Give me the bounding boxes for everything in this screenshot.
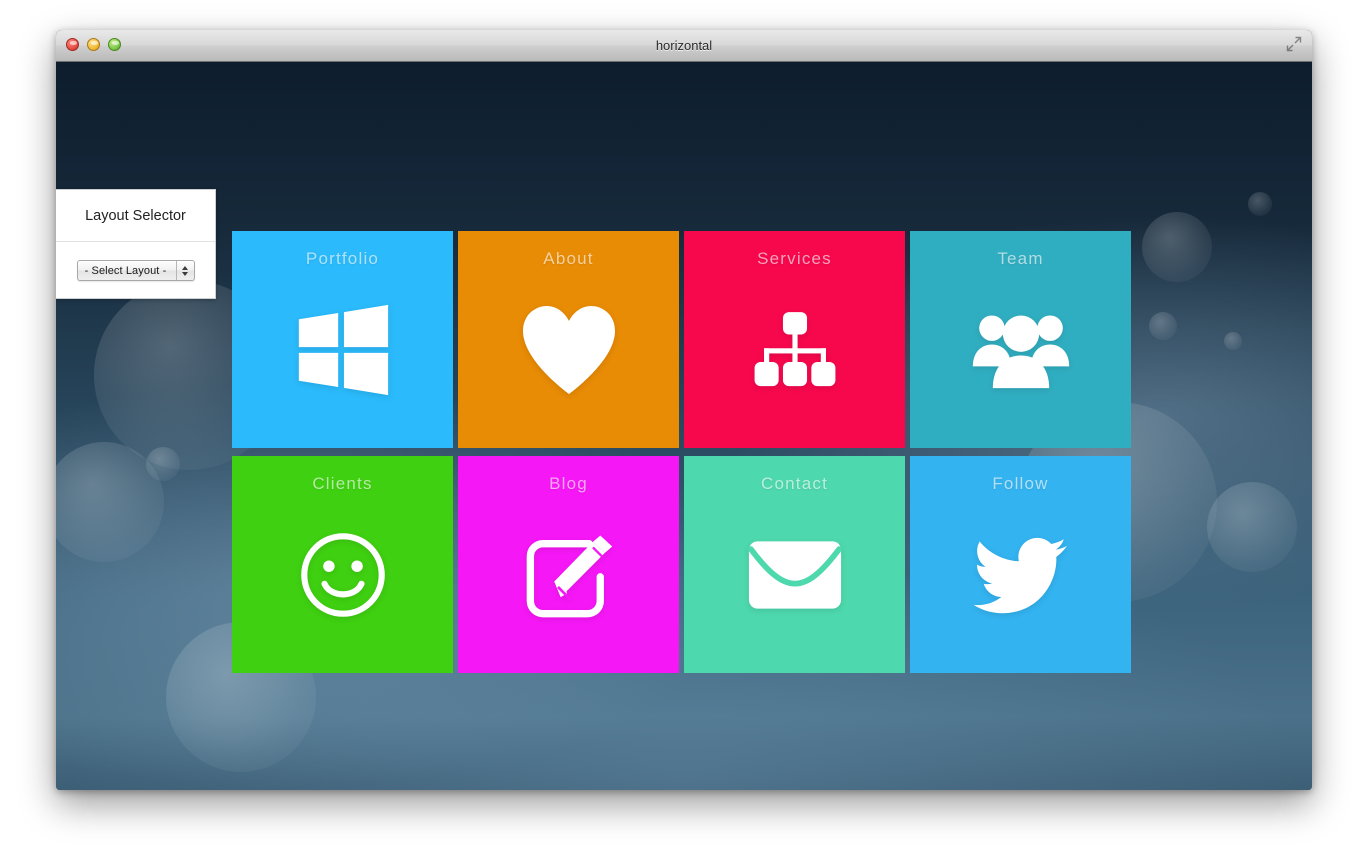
bokeh-circle: [1207, 482, 1297, 572]
envelope-icon: [684, 494, 905, 673]
tile-label: Contact: [761, 474, 828, 493]
window-title: horizontal: [655, 38, 713, 53]
window-titlebar[interactable]: horizontal: [56, 30, 1312, 62]
window-content: Layout Selector - Select Layout - Portfo…: [56, 62, 1312, 790]
tile-portfolio[interactable]: Portfolio: [232, 231, 453, 448]
tile-grid: Portfolio About Services Team Clients Bl…: [232, 231, 1131, 673]
tile-team[interactable]: Team: [910, 231, 1131, 448]
minimize-window-button[interactable]: [87, 38, 100, 51]
tile-label: Team: [997, 249, 1044, 268]
windows-icon: [232, 269, 453, 448]
chevron-up-icon: [182, 265, 188, 270]
tile-label: Services: [757, 249, 832, 268]
window-traffic-lights: [66, 38, 121, 51]
bokeh-circle: [56, 442, 164, 562]
tile-label: Portfolio: [305, 249, 380, 268]
heart-icon: [458, 269, 679, 448]
layout-select-value: - Select Layout -: [84, 264, 167, 277]
bokeh-circle: [1149, 312, 1177, 340]
tile-label: Clients: [312, 474, 373, 493]
tile-clients[interactable]: Clients: [232, 456, 453, 673]
people-icon: [910, 269, 1131, 448]
bokeh-circle: [1142, 212, 1212, 282]
tile-follow[interactable]: Follow: [910, 456, 1131, 673]
sitemap-icon: [684, 269, 905, 448]
tile-label: Blog: [549, 474, 588, 493]
zoom-window-button[interactable]: [108, 38, 121, 51]
smiley-icon: [232, 494, 453, 673]
bokeh-circle: [1224, 332, 1242, 350]
layout-selector-title: Layout Selector: [56, 190, 215, 242]
bokeh-circle: [1248, 192, 1272, 216]
layout-selector-panel: Layout Selector - Select Layout -: [56, 189, 216, 299]
tile-blog[interactable]: Blog: [458, 456, 679, 673]
tile-label: Follow: [992, 474, 1049, 493]
application-window: horizontal Layout Selector - Select Layo…: [56, 30, 1312, 790]
layout-select-stepper-icon[interactable]: [175, 261, 194, 280]
layout-select-dropdown[interactable]: - Select Layout -: [76, 260, 195, 281]
fullscreen-icon[interactable]: [1286, 36, 1302, 52]
layout-selector-body: - Select Layout -: [56, 242, 215, 299]
chevron-down-icon: [182, 271, 188, 276]
tile-contact[interactable]: Contact: [684, 456, 905, 673]
bokeh-circle: [146, 447, 180, 481]
edit-icon: [458, 494, 679, 673]
tile-label: About: [543, 249, 594, 268]
tile-about[interactable]: About: [458, 231, 679, 448]
close-window-button[interactable]: [66, 38, 79, 51]
tile-services[interactable]: Services: [684, 231, 905, 448]
desktop: horizontal Layout Selector - Select Layo…: [0, 0, 1369, 867]
twitter-icon: [910, 494, 1131, 673]
